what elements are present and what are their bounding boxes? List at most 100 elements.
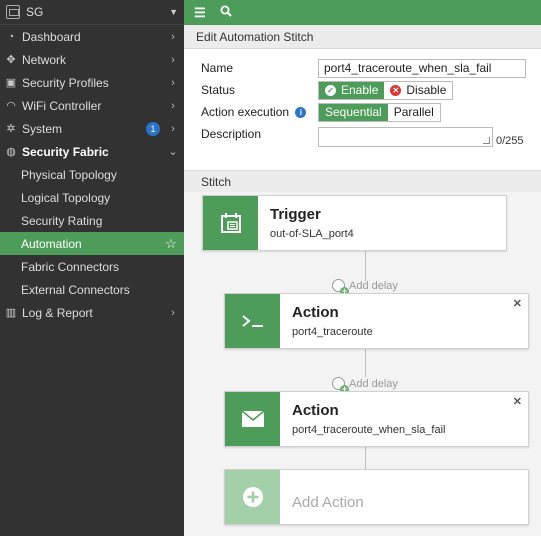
check-icon: ✓ [325,84,336,96]
sidebar-item-automation[interactable]: Automation ☆ [0,232,184,255]
caret-down-icon: ▼ [169,7,178,17]
notification-badge: 1 [146,121,160,136]
execution-sequential-option[interactable]: Sequential [319,103,388,121]
clock-add-icon [332,279,349,296]
sidebar-item-label: Physical Topology [21,167,117,182]
chevron-right-icon: › [171,306,175,319]
terminal-icon [225,294,280,348]
stitch-form: Name Status ✓ Enable ✕ Disable Action ex… [184,49,541,153]
sidebar-item-label: Logical Topology [21,190,111,205]
favorite-star-icon[interactable]: ☆ [164,236,178,252]
name-input[interactable] [318,58,526,78]
add-delay-button[interactable]: Add delay [332,279,398,296]
connector-line [365,347,366,377]
chevron-down-icon: ⌄ [168,146,178,158]
chevron-right-icon: › [171,99,175,112]
chevron-right-icon: › [171,53,175,66]
action-card-email[interactable]: Action port4_traceroute_when_sla_fail ✕ [224,391,529,447]
close-circle-icon: ✕ [390,84,402,96]
network-icon: ✥ [6,54,16,66]
page-title: Edit Automation Stitch [184,25,541,49]
lock-icon: ▣ [5,77,17,89]
trigger-card[interactable]: Trigger out-of-SLA_port4 [202,195,507,251]
plus-circle-icon [225,470,280,524]
sidebar-item-security-profiles[interactable]: ▣ Security Profiles › [0,71,184,94]
status-label: Status [201,83,236,97]
sidebar-item-dashboard[interactable]: ◔ Dashboard › [0,25,184,48]
status-enable-option[interactable]: ✓ Enable [319,81,385,99]
action-title: Action [292,304,339,321]
trigger-name: out-of-SLA_port4 [270,228,354,240]
sidebar-item-label: Network [22,52,67,67]
sidebar: SG ▼ ◔ Dashboard › ✥ Network › ▣ Securit… [0,0,184,536]
sidebar-item-log-report[interactable]: ▥ Log & Report › [0,301,184,324]
chevron-right-icon: › [171,76,175,89]
action-name: port4_traceroute [292,326,373,338]
status-enable-label: Enable [341,83,379,97]
name-label: Name [201,61,234,75]
add-delay-label: Add delay [349,377,398,390]
sidebar-item-security-fabric[interactable]: ◍ Security Fabric ⌄ [0,140,184,163]
fabric-icon: ◍ [6,146,16,158]
sidebar-item-physical-topology[interactable]: Physical Topology [0,163,184,186]
add-action-label: Add Action [292,494,364,511]
add-action-button[interactable]: Add Action [224,469,529,525]
device-name: SG [26,5,44,19]
stitch-canvas: Trigger out-of-SLA_port4 Add delay Actio… [184,192,541,536]
sidebar-item-label: Security Fabric [22,144,109,159]
sidebar-item-fabric-connectors[interactable]: Fabric Connectors [0,255,184,278]
menu-icon[interactable]: ☰ [194,5,206,21]
execution-parallel-option[interactable]: Parallel [387,103,440,121]
action-name: port4_traceroute_when_sla_fail [292,424,446,436]
chart-icon: ▥ [5,307,17,319]
sidebar-item-label: Dashboard [22,29,81,44]
sidebar-item-label: Automation [21,236,82,251]
sidebar-item-label: External Connectors [21,282,130,297]
connector-line [365,249,366,281]
status-toggle: ✓ Enable ✕ Disable [318,80,454,100]
add-delay-label: Add delay [349,279,398,292]
description-textarea[interactable] [318,127,493,147]
sidebar-item-label: System [22,121,63,136]
description-char-counter: 0/255 [496,135,524,147]
sidebar-item-system[interactable]: ✲ System 1 › [0,117,184,140]
sidebar-item-network[interactable]: ✥ Network › [0,48,184,71]
action-card-traceroute[interactable]: Action port4_traceroute ✕ [224,293,529,349]
top-bar: ☰ [184,0,541,25]
chevron-right-icon: › [171,30,175,43]
sidebar-item-security-rating[interactable]: Security Rating [0,209,184,232]
action-execution-text: Action execution [201,105,290,119]
search-icon[interactable] [220,5,232,20]
sidebar-item-label: Fabric Connectors [21,259,120,274]
status-disable-label: Disable [406,83,447,97]
device-icon [6,5,20,19]
remove-action-icon[interactable]: ✕ [513,395,522,408]
sidebar-item-wifi-controller[interactable]: ◠ WiFi Controller › [0,94,184,117]
dashboard-icon: ◔ [7,30,15,43]
sidebar-item-external-connectors[interactable]: External Connectors [0,278,184,301]
info-icon[interactable]: i [295,107,307,119]
chevron-right-icon: › [171,122,175,135]
wifi-icon: ◠ [6,100,16,112]
sidebar-item-label: Security Rating [21,213,103,228]
sidebar-item-label: Security Profiles [22,75,109,90]
sidebar-item-logical-topology[interactable]: Logical Topology [0,186,184,209]
sidebar-item-label: WiFi Controller [22,98,102,113]
remove-action-icon[interactable]: ✕ [513,297,522,310]
description-label: Description [201,127,262,141]
connector-line [365,445,366,470]
add-delay-button[interactable]: Add delay [332,377,398,394]
status-disable-option[interactable]: ✕ Disable [384,81,453,99]
action-title: Action [292,402,339,419]
action-execution-label: Action execution i [201,105,318,119]
execution-toggle: Sequential Parallel [318,102,441,122]
main-panel: Edit Automation Stitch Name Status ✓ Ena… [184,25,541,536]
gear-icon: ✲ [6,123,16,135]
calendar-icon [203,196,258,250]
clock-add-icon [332,377,349,394]
sidebar-item-label: Log & Report [22,305,93,320]
stitch-section-header: Stitch [184,170,541,192]
device-selector[interactable]: SG ▼ [0,0,184,25]
envelope-icon [225,392,280,446]
trigger-title: Trigger [270,206,321,223]
